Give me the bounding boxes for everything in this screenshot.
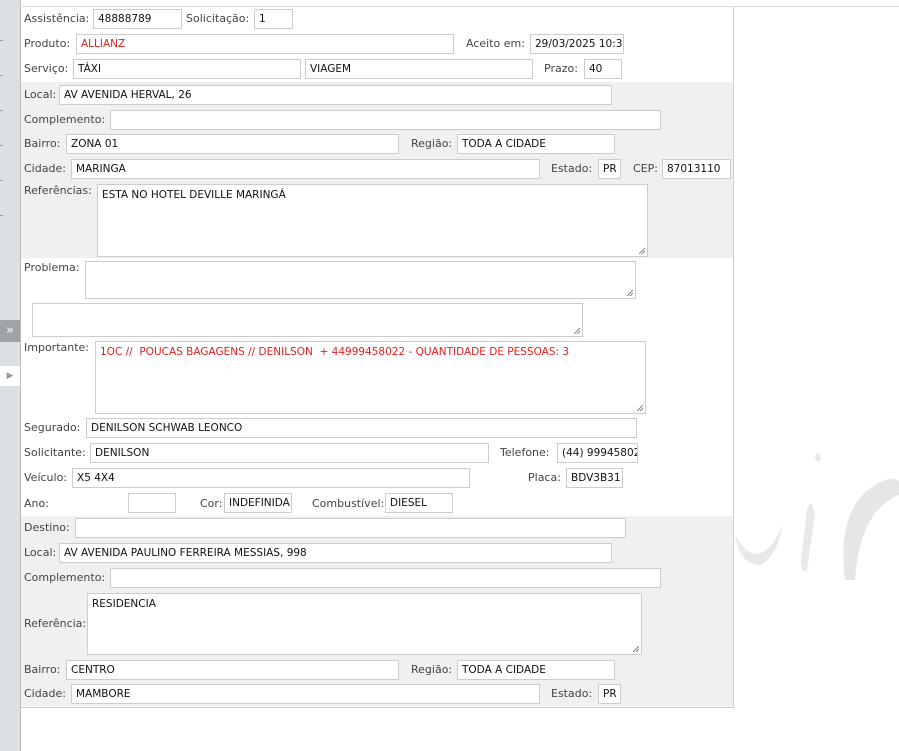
cor-field[interactable]: INDEFINIDA <box>224 493 292 513</box>
local-field[interactable]: AV AVENIDA HERVAL, 26 <box>59 85 612 105</box>
solicitante-label: Solicitante: <box>24 446 86 459</box>
servico-label: Serviço: <box>24 62 69 75</box>
regiao-field[interactable]: TODA A CIDADE <box>457 134 615 154</box>
destino-regiao-label: Região: <box>411 663 453 676</box>
destino-bairro-label: Bairro: <box>24 663 61 676</box>
ano-field[interactable] <box>128 493 176 513</box>
solicitacao-field[interactable]: 1 <box>254 9 293 29</box>
problema-extra-textarea[interactable] <box>32 303 583 337</box>
cidade-label: Cidade: <box>24 162 66 175</box>
servico-field[interactable]: TÁXI <box>73 59 301 79</box>
prazo-field[interactable]: 40 <box>584 59 622 79</box>
veiculo-label: Veículo: <box>24 471 68 484</box>
cep-label: CEP: <box>633 162 658 175</box>
veiculo-field[interactable]: X5 4X4 <box>72 468 470 488</box>
produto-field[interactable]: ALLIANZ <box>76 34 454 54</box>
importante-textarea[interactable]: 1OC // POUCAS BAGAGENS // DENILSON + 449… <box>95 341 646 414</box>
destino-estado-field[interactable]: PR <box>598 684 621 704</box>
segurado-field[interactable]: DENILSON SCHWAB LEONCO <box>86 418 637 438</box>
telefone-label: Telefone: <box>500 446 550 459</box>
combustivel-field[interactable]: DIESEL <box>385 493 453 513</box>
aceito-field[interactable]: 29/03/2025 10:38 <box>530 34 624 54</box>
servico-tipo-field[interactable]: VIAGEM <box>305 59 533 79</box>
destino-cidade-field[interactable]: MAMBORE <box>71 684 540 704</box>
problema-label: Problema: <box>24 261 80 274</box>
cor-label: Cor: <box>200 497 223 510</box>
watermark-logo <box>735 453 899 580</box>
estado-field[interactable]: PR <box>598 159 621 179</box>
destino-local-label: Local: <box>24 546 57 559</box>
destino-bairro-field[interactable]: CENTRO <box>66 660 399 680</box>
destino-complemento-label: Complemento: <box>24 571 106 584</box>
destino-referencia-label: Referência: <box>24 617 87 630</box>
destino-referencia-textarea[interactable]: RESIDENCIA <box>87 593 642 655</box>
cep-field[interactable]: 87013110 <box>662 159 731 179</box>
bairro-label: Bairro: <box>24 137 61 150</box>
destino-estado-label: Estado: <box>551 687 593 700</box>
prazo-label: Prazo: <box>544 62 578 75</box>
complemento-label: Complemento: <box>24 113 106 126</box>
complemento-field[interactable] <box>110 110 661 130</box>
solicitacao-label: Solicitação: <box>186 12 250 25</box>
combustivel-label: Combustível: <box>312 497 385 510</box>
assistencia-field[interactable]: 48888789 <box>93 9 182 29</box>
destino-label: Destino: <box>24 521 70 534</box>
triangle-right-icon[interactable]: ▶ <box>0 366 20 386</box>
solicitante-field[interactable]: DENILSON <box>90 443 489 463</box>
assistencia-label: Assistência: <box>24 12 90 25</box>
problema-textarea[interactable] <box>85 261 636 299</box>
local-label: Local: <box>24 88 57 101</box>
aceito-label: Aceito em: <box>466 37 525 50</box>
placa-field[interactable]: BDV3B31 <box>566 468 623 488</box>
placa-label: Placa: <box>528 471 561 484</box>
segurado-label: Segurado: <box>24 421 81 434</box>
produto-label: Produto: <box>24 37 71 50</box>
referencias-textarea[interactable]: ESTA NO HOTEL DEVILLE MARINGÁ <box>97 184 648 257</box>
estado-label: Estado: <box>551 162 593 175</box>
bairro-field[interactable]: ZONA 01 <box>66 134 399 154</box>
regiao-label: Região: <box>411 137 453 150</box>
destino-field[interactable] <box>75 518 626 538</box>
destino-regiao-field[interactable]: TODA A CIDADE <box>457 660 615 680</box>
importante-label: Importante: <box>24 341 90 354</box>
referencias-label: Referências: <box>24 184 92 197</box>
destino-local-field[interactable]: AV AVENIDA PAULINO FERREIRA MESSIAS, 998 <box>59 543 612 563</box>
cidade-field[interactable]: MARINGA <box>71 159 540 179</box>
destino-complemento-field[interactable] <box>110 568 661 588</box>
destino-cidade-label: Cidade: <box>24 687 66 700</box>
telefone-field[interactable]: (44) 999458022 <box>557 443 638 463</box>
ano-label: Ano: <box>24 497 49 510</box>
expand-panel-button[interactable]: » <box>0 320 20 342</box>
